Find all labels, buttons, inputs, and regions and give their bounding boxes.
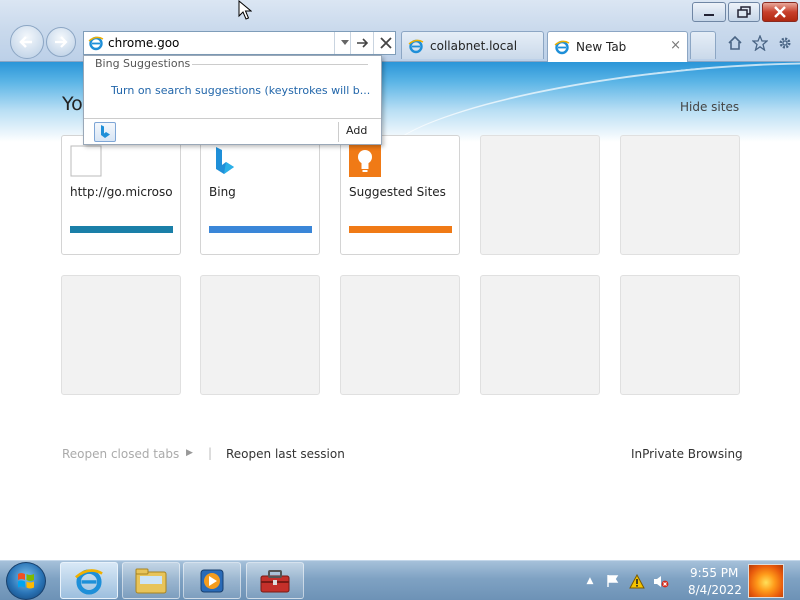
bing-icon: [216, 147, 234, 174]
taskbar-windows-explorer[interactable]: [122, 562, 180, 599]
minimize-icon: [704, 14, 714, 16]
volume-muted-icon[interactable]: [653, 573, 669, 589]
turn-on-suggestions-link[interactable]: Turn on search suggestions (keystrokes w…: [111, 84, 370, 97]
bing-search-provider-button[interactable]: [94, 122, 116, 142]
clock-date[interactable]: 8/4/2022: [688, 583, 742, 597]
site-tile-bing[interactable]: Bing: [200, 135, 320, 255]
stop-x-icon: [379, 37, 392, 49]
empty-tile[interactable]: [480, 275, 600, 395]
home-icon[interactable]: [726, 34, 744, 52]
folder-icon: [135, 568, 167, 593]
site-tile-suggested-sites[interactable]: Suggested Sites: [340, 135, 460, 255]
address-input[interactable]: [108, 33, 330, 53]
address-bar[interactable]: [83, 31, 396, 55]
triangle-right-icon[interactable]: ▶: [186, 448, 193, 458]
restore-icon: [737, 6, 751, 18]
stop-button[interactable]: [373, 32, 397, 54]
empty-tile[interactable]: [480, 135, 600, 255]
separator: |: [208, 446, 213, 460]
media-player-icon: [200, 569, 224, 592]
bing-icon: [101, 125, 110, 138]
windows-logo-icon: [18, 573, 34, 589]
tab-collabnet[interactable]: collabnet.local: [401, 31, 544, 59]
tile-label: Bing: [209, 185, 236, 199]
empty-tile[interactable]: [200, 275, 320, 395]
mouse-cursor-icon: [238, 0, 252, 20]
tile-label: Suggested Sites: [349, 185, 446, 199]
taskbar-media-player[interactable]: [183, 562, 241, 599]
back-button[interactable]: [10, 25, 44, 59]
close-tab-icon[interactable]: ×: [670, 38, 681, 53]
page-title: Yo: [62, 93, 83, 115]
back-arrow-icon: [19, 36, 32, 48]
clock-time[interactable]: 9:55 PM: [690, 566, 738, 580]
suggestions-footer: Add: [84, 118, 381, 144]
divider: [192, 64, 368, 65]
site-tile-microsoft[interactable]: http://go.microso: [61, 135, 181, 255]
forward-arrow-icon: [55, 36, 68, 48]
close-window-button[interactable]: [762, 2, 798, 22]
suggestions-heading: Bing Suggestions: [95, 57, 191, 70]
taskbar: ▲ 9:55 PM 8/4/2022: [0, 560, 800, 600]
forward-button[interactable]: [46, 27, 76, 57]
restore-button[interactable]: [728, 2, 760, 22]
tab-label: New Tab: [576, 40, 627, 54]
favorites-star-icon[interactable]: [751, 34, 769, 52]
taskbar-toolbox[interactable]: [246, 562, 304, 599]
empty-tile[interactable]: [340, 275, 460, 395]
gear-icon[interactable]: [776, 34, 794, 52]
go-button[interactable]: [350, 32, 374, 54]
tile-color-bar: [70, 226, 173, 233]
new-tab-button[interactable]: [690, 31, 716, 59]
browser-chrome: collabnet.local New Tab ×: [0, 0, 800, 62]
tab-new-tab[interactable]: New Tab ×: [547, 31, 688, 62]
arrow-right-icon: [356, 38, 368, 48]
ie-icon: [88, 36, 104, 51]
start-button[interactable]: [6, 562, 46, 600]
tile-color-bar: [349, 226, 452, 233]
hide-sites-link[interactable]: Hide sites: [680, 100, 739, 114]
reopen-closed-tabs-link[interactable]: Reopen closed tabs: [62, 447, 179, 461]
add-provider-button[interactable]: Add: [346, 124, 367, 137]
divider: [338, 122, 339, 142]
empty-tile[interactable]: [620, 275, 740, 395]
ie-icon: [554, 40, 570, 55]
tab-label: collabnet.local: [430, 38, 518, 53]
tile-label: http://go.microso: [70, 185, 173, 199]
address-suggestions-popup: Bing Suggestions Turn on search suggesti…: [83, 55, 382, 145]
empty-tile[interactable]: [61, 275, 181, 395]
show-desktop-button[interactable]: [748, 564, 784, 598]
blank-page-icon: [70, 145, 102, 177]
ie-icon: [75, 568, 103, 594]
inprivate-browsing-link[interactable]: InPrivate Browsing: [631, 447, 743, 461]
reopen-last-session-link[interactable]: Reopen last session: [226, 447, 345, 461]
toolbox-icon: [260, 569, 290, 592]
empty-tile[interactable]: [620, 135, 740, 255]
chevron-down-icon: [340, 40, 349, 45]
lightbulb-icon: [349, 145, 381, 177]
taskbar-internet-explorer[interactable]: [60, 562, 118, 599]
show-hidden-icons-arrow[interactable]: ▲: [582, 573, 598, 589]
minimize-button[interactable]: [692, 2, 726, 22]
ie-icon: [408, 39, 424, 53]
network-warning-icon[interactable]: [629, 573, 645, 589]
tile-color-bar: [209, 226, 312, 233]
action-center-flag-icon[interactable]: [605, 573, 621, 589]
close-icon: [774, 6, 786, 18]
